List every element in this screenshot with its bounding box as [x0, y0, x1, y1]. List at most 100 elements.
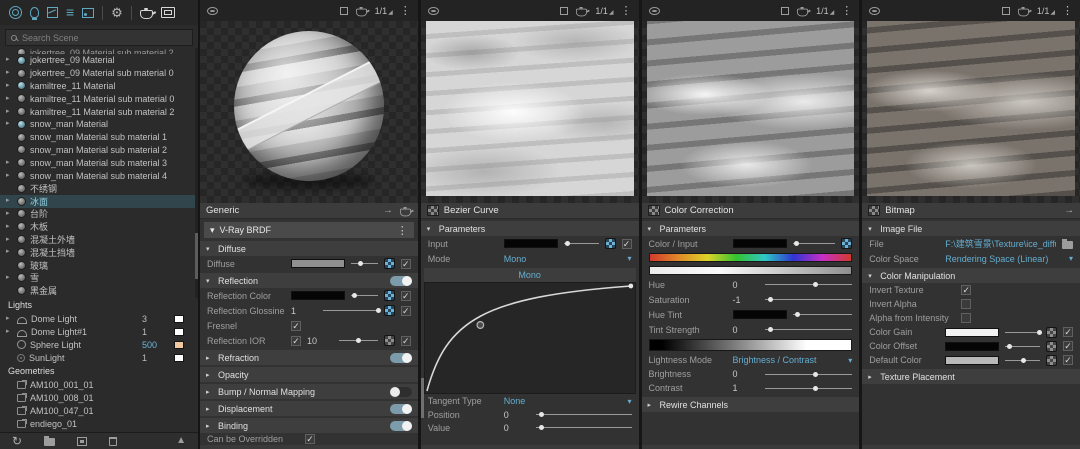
tree-item[interactable]: ▸混凝土挡墙: [0, 246, 198, 259]
reflection-color-checkbox[interactable]: ✓: [401, 291, 411, 301]
diffuse-color-swatch[interactable]: [291, 259, 345, 268]
lightness-mode-value[interactable]: Brightness / Contrast: [733, 355, 817, 365]
caret-right-icon[interactable]: ▸: [6, 272, 13, 284]
color-space-value[interactable]: Rendering Space (Linear): [945, 254, 1048, 264]
section-bump[interactable]: ▸Bump / Normal Mapping: [200, 384, 418, 399]
diffuse-slider[interactable]: [351, 259, 378, 268]
bezier-curve-editor[interactable]: [424, 282, 636, 394]
position-value[interactable]: 0: [504, 410, 530, 420]
delete-icon[interactable]: [109, 437, 117, 446]
caret-right-icon[interactable]: ▸: [6, 313, 13, 325]
caret-right-icon[interactable]: ▸: [6, 326, 13, 338]
caret-right-icon[interactable]: ▸: [6, 93, 13, 105]
textures-icon[interactable]: [82, 8, 94, 18]
light-row[interactable]: Sphere Light500: [0, 338, 198, 351]
tree-item[interactable]: ▸混凝土外墙: [0, 233, 198, 246]
caret-down-icon[interactable]: ▾: [427, 225, 434, 233]
color-offset-map-icon[interactable]: [1046, 341, 1057, 352]
color-gain-map-icon[interactable]: [1046, 327, 1057, 338]
chevron-down-icon[interactable]: ▾: [848, 356, 852, 365]
caret-right-icon[interactable]: ▸: [6, 170, 13, 182]
reflection-glossiness-map-icon[interactable]: [384, 305, 395, 316]
square-icon[interactable]: [1002, 7, 1010, 15]
tree-item[interactable]: ▸jokertree_09 Material sub material 0: [0, 67, 198, 80]
default-color-swatch[interactable]: [945, 356, 999, 365]
section-binding[interactable]: ▸Binding: [200, 418, 418, 433]
tree-item[interactable]: ▸kamiltree_11 Material sub material 0: [0, 92, 198, 105]
section-texture-placement[interactable]: ▸Texture Placement: [862, 369, 1080, 384]
eye-icon[interactable]: [869, 7, 880, 15]
tree-item[interactable]: 玻璃: [0, 259, 198, 272]
brightness-slider[interactable]: [765, 370, 853, 379]
section-opacity[interactable]: ▸Opacity: [200, 367, 418, 382]
caret-right-icon[interactable]: ▸: [6, 67, 13, 79]
page-indicator[interactable]: 1/1◢: [1037, 6, 1055, 16]
reflection-toggle[interactable]: [390, 276, 412, 286]
binding-toggle[interactable]: [390, 421, 412, 431]
contrast-value[interactable]: 1: [733, 383, 759, 393]
lights-icon[interactable]: [30, 7, 39, 18]
reflection-color-map-icon[interactable]: [384, 290, 395, 301]
caret-right-icon[interactable]: ▸: [6, 208, 13, 220]
open-folder-icon[interactable]: [44, 438, 55, 446]
refresh-icon[interactable]: ↻: [12, 434, 22, 448]
tree-item[interactable]: ▸snow_man Material sub material 4: [0, 169, 198, 182]
input-checkbox[interactable]: ✓: [622, 239, 632, 249]
caret-down-icon[interactable]: ▾: [868, 225, 875, 233]
chevron-down-icon[interactable]: ▾: [627, 254, 631, 263]
light-color-swatch[interactable]: [174, 328, 184, 336]
contrast-slider[interactable]: [765, 384, 853, 393]
tree-item[interactable]: snow_man Material sub material 1: [0, 131, 198, 144]
caret-right-icon[interactable]: ▸: [6, 54, 13, 66]
materials-icon[interactable]: [9, 6, 22, 19]
chevron-down-icon[interactable]: ▾: [1069, 254, 1073, 263]
hue-tint-swatch[interactable]: [733, 310, 787, 319]
light-row[interactable]: ▸Dome Light3: [0, 312, 198, 325]
teapot-icon[interactable]: [797, 8, 808, 16]
tree-item[interactable]: 不绣钢: [0, 182, 198, 195]
browse-folder-icon[interactable]: [1062, 241, 1073, 249]
teapot-icon[interactable]: [400, 208, 411, 216]
tangent-type-value[interactable]: None: [504, 396, 526, 406]
saturation-slider[interactable]: [765, 295, 853, 304]
jump-arrow-icon[interactable]: →: [383, 205, 393, 216]
tree-item[interactable]: ▸snow_man Material sub material 3: [0, 156, 198, 169]
diffuse-checkbox[interactable]: ✓: [401, 259, 411, 269]
menu-dots-icon[interactable]: ⋮: [1062, 4, 1073, 17]
reflection-color-swatch[interactable]: [291, 291, 345, 300]
eye-icon[interactable]: [207, 7, 218, 15]
tree-item[interactable]: snow_man Material sub material 2: [0, 144, 198, 157]
section-refraction[interactable]: ▸Refraction: [200, 350, 418, 365]
curve-control-point[interactable]: [477, 322, 484, 329]
caret-right-icon[interactable]: ▸: [6, 80, 13, 92]
fresnel-checkbox[interactable]: ✓: [291, 321, 301, 331]
color-input-slider[interactable]: [793, 239, 836, 248]
tree-item[interactable]: ▸台阶: [0, 208, 198, 221]
jump-arrow-icon[interactable]: →: [1065, 205, 1075, 216]
tree-item[interactable]: ▸jokertree_09 Material: [0, 54, 198, 67]
curve-end-point[interactable]: [628, 284, 633, 289]
tree-item[interactable]: jokertree_09 Material sub material 2: [0, 48, 198, 54]
texture-preview[interactable]: [642, 21, 860, 203]
color-offset-swatch[interactable]: [945, 342, 999, 351]
section-parameters[interactable]: ▾Parameters: [642, 221, 860, 236]
geometry-row[interactable]: AM100_001_01: [0, 378, 198, 391]
caret-right-icon[interactable]: ▸: [206, 405, 213, 413]
hue-tint-slider[interactable]: [793, 310, 853, 319]
input-slider[interactable]: [564, 239, 599, 248]
caret-right-icon[interactable]: ▸: [206, 388, 213, 396]
eye-icon[interactable]: [428, 7, 439, 15]
mode-value[interactable]: Mono: [504, 254, 527, 264]
default-color-checkbox[interactable]: ✓: [1063, 355, 1073, 365]
color-offset-checkbox[interactable]: ✓: [1063, 341, 1073, 351]
file-path-value[interactable]: F:\建筑雪景\Texture\ice_diffuse_4k.jpg: [945, 237, 1056, 250]
teapot-icon[interactable]: [356, 8, 367, 16]
hue-value[interactable]: 0: [733, 280, 759, 290]
reflection-color-slider[interactable]: [351, 291, 378, 300]
scrollbar-handle[interactable]: [195, 233, 198, 279]
caret-down-icon[interactable]: ▾: [868, 272, 875, 280]
color-gain-slider[interactable]: [1005, 328, 1040, 337]
tree-scrollbar[interactable]: [195, 48, 198, 298]
alpha-from-intensity-checkbox[interactable]: [961, 313, 971, 323]
color-gain-checkbox[interactable]: ✓: [1063, 327, 1073, 337]
